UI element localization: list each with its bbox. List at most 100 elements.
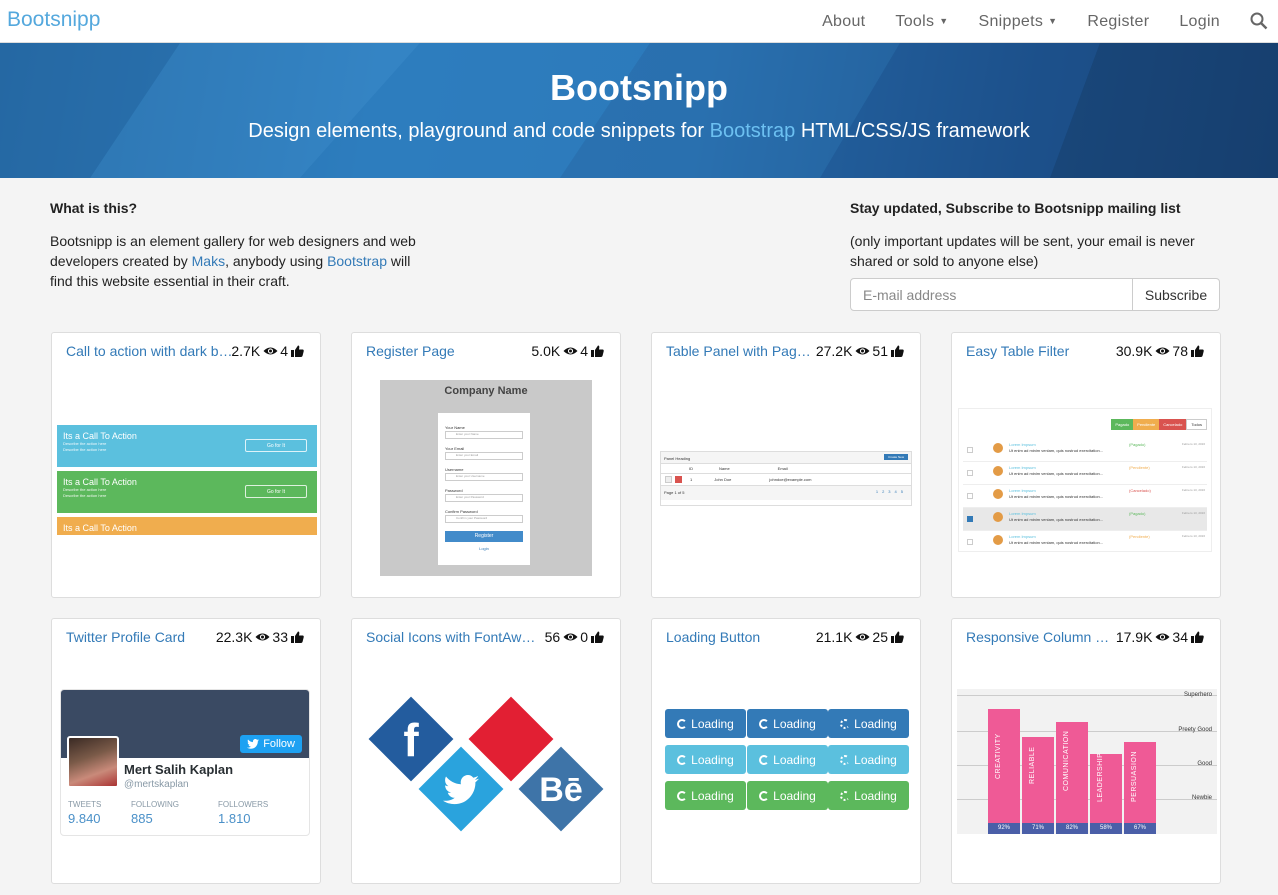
card-stats: 27.2K 51 [816,343,906,359]
eye-icon [563,632,578,642]
view-count: 17.9K [1115,629,1153,645]
snippet-card[interactable]: Easy Table Filter 30.9K 78 Pagado Pendien… [951,332,1221,598]
row-date: Febrero 13, 2016 [1181,488,1205,492]
spinner-icon [840,790,851,801]
like-count: 0 [580,629,588,645]
card-stats: 21.1K 25 [816,629,906,645]
filter-button: Pendiente [1133,419,1160,430]
cta-box: Its a Call To Action Describe the action … [57,471,317,513]
card-title[interactable]: Easy Table Filter [966,343,1106,359]
row-name: Lorem Impsum [1009,534,1036,539]
like-count: 78 [1172,343,1188,359]
loading-label: Loading [773,752,816,767]
like-count: 34 [1172,629,1188,645]
snippet-card[interactable]: Loading Button 21.1K 25 Loading Loading L… [651,618,921,884]
loading-button: Loading [747,709,828,738]
hero-subtitle-pre: Design elements, playground and code sni… [248,120,710,142]
snippet-card[interactable]: Responsive Column C… 17.9K 34 Superhero P… [951,618,1221,884]
stat-label: FOLLOWERS [218,800,269,809]
follow-label: Follow [263,738,295,750]
brand-logo[interactable]: Bootsnipp [7,8,100,32]
like-count: 25 [872,629,888,645]
snippet-card[interactable]: Register Page 5.0K 4 Company Name Your Na… [351,332,621,598]
register-form: Your Name Enter your Name Your Email Enter… [438,413,530,565]
email-input[interactable] [850,278,1133,311]
col-header: Email [777,466,788,471]
filter-row: Lorem Impsum Ut enim ad minim veniam, qui… [963,462,1207,485]
cta-box: Its a Call To Action [57,517,317,535]
subscribe-button[interactable]: Subscribe [1133,278,1220,311]
spinner-icon [840,754,851,765]
like-count: 4 [280,343,288,359]
thumbs-up-icon [591,631,604,643]
nav-snippets[interactable]: Snippets ▼ [978,13,1057,31]
row-date: Febrero 13, 2016 [1181,465,1205,469]
view-count: 30.9K [1115,343,1153,359]
field-input: Enter your Username [445,473,523,481]
snippet-card[interactable]: Twitter Profile Card 22.3K 33 Follow Mert… [51,618,321,884]
stat-label: FOLLOWING [131,800,180,809]
row-name: Lorem Impsum [1009,442,1036,447]
loading-label: Loading [773,788,816,803]
card-stats: 2.7K 4 [231,343,306,359]
row-name: Lorem Impsum [1009,511,1036,516]
bootstrap-link[interactable]: Bootstrap [327,253,387,269]
refresh-icon [759,790,770,801]
filter-buttons: Pagado Pendiente Cancelado Todos [1111,419,1207,430]
like-count: 4 [580,343,588,359]
create-button: Create New [884,454,908,460]
bootstrap-link[interactable]: Bootstrap [710,120,796,142]
thumbs-up-icon [291,345,304,357]
hero-banner: Bootsnipp Design elements, playground an… [0,43,1278,178]
nav-register[interactable]: Register [1087,13,1149,31]
field-input: Confirm your Password [445,515,523,523]
snippet-card[interactable]: Call to action with dark b… 2.7K 4 Its a … [51,332,321,598]
card-title[interactable]: Social Icons with FontAwe… [366,629,542,645]
row-name: Lorem Impsum [1009,465,1036,470]
row-text: Ut enim ad minim veniam, quis nostrud ex… [1009,517,1104,522]
page-info: Page 1 of 5 [664,490,685,495]
nav-login[interactable]: Login [1179,13,1220,31]
eye-icon [563,346,578,356]
eye-icon [855,346,870,356]
field-input: Enter your Email [445,452,523,460]
spinner-icon [677,718,688,729]
avatar [67,736,119,788]
loading-label: Loading [854,716,897,731]
card-title[interactable]: Loading Button [666,629,826,645]
nav-about[interactable]: About [822,13,865,31]
filter-row: Lorem Impsum Ut enim ad minim veniam, qui… [963,531,1207,551]
thumbs-up-icon [591,345,604,357]
chart-bar [1056,722,1088,823]
nav-tools[interactable]: Tools ▼ [895,13,948,31]
chart-bar [1090,754,1122,823]
info-section: What is this? Bootsnipp is an element ga… [0,178,1278,333]
snippet-card[interactable]: Table Panel with Pagi… 27.2K 51 Panel Hea… [651,332,921,598]
search-icon[interactable] [1250,12,1270,32]
card-title[interactable]: Table Panel with Pagi… [666,343,812,359]
card-title[interactable]: Call to action with dark b… [66,343,234,359]
card-stats: 22.3K 33 [216,629,306,645]
row-status: (Pagado) [1129,511,1146,516]
spinner-icon [677,790,688,801]
card-title[interactable]: Register Page [366,343,526,359]
snippet-card[interactable]: Social Icons with FontAwe… 56 0 f Bē [351,618,621,884]
twitter-bird-icon [443,775,479,805]
loading-button: Loading [665,781,746,810]
about-block: What is this? Bootsnipp is an element ga… [50,200,430,291]
view-count: 2.7K [231,343,261,359]
table-filter-preview: Pagado Pendiente Cancelado Todos Lorem I… [958,408,1212,552]
field-label: Your Email [445,446,465,451]
card-title[interactable]: Responsive Column C… [966,629,1114,645]
panel-heading: Panel Heading [664,456,691,461]
bar-percent: 92% [988,823,1020,834]
field-input: Enter your Password [445,494,523,502]
card-title[interactable]: Twitter Profile Card [66,629,216,645]
maks-link[interactable]: Maks [192,253,225,269]
cta-button: Go for It [245,485,307,498]
bar-percent: 71% [1022,823,1054,834]
row-status: (Pendiente) [1129,465,1150,470]
loading-label: Loading [854,752,897,767]
chart-bar [1124,742,1156,823]
subscribe-block: Stay updated, Subscribe to Bootsnipp mai… [850,200,1230,271]
